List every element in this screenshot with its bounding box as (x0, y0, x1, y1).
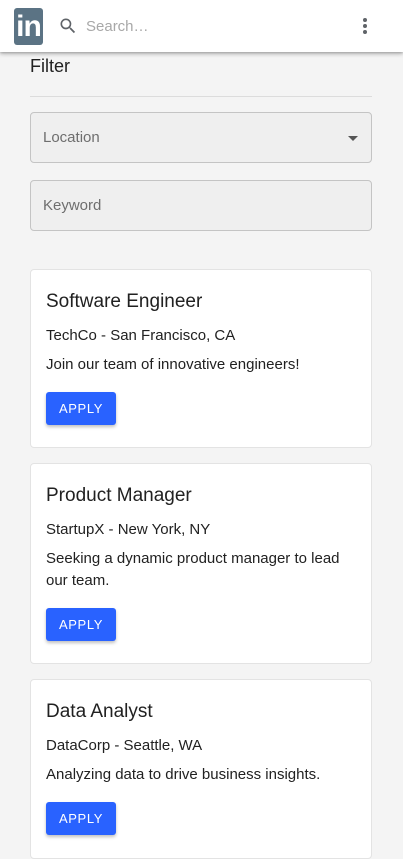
app-bar: in (0, 0, 403, 52)
location-label: Location (43, 129, 100, 146)
job-card: Product Manager StartupX - New York, NY … (30, 463, 372, 664)
filter-divider (30, 96, 372, 97)
location-select[interactable]: Location (30, 112, 372, 163)
dropdown-arrow-icon (348, 136, 358, 141)
job-company: StartupX - New York, NY (46, 521, 211, 538)
search-icon (60, 18, 76, 34)
job-description: Seeking a dynamic product manager to lea… (46, 550, 340, 589)
linkedin-logo[interactable]: in (14, 8, 43, 45)
job-card: Software Engineer TechCo - San Francisco… (30, 269, 372, 448)
filter-title: Filter (30, 56, 70, 76)
job-description: Join our team of innovative engineers! (46, 356, 300, 373)
more-vert-icon[interactable] (356, 14, 374, 38)
job-title: Product Manager (46, 485, 192, 506)
search-input[interactable] (86, 14, 336, 38)
apply-button[interactable]: APPLY (46, 608, 116, 641)
job-title: Software Engineer (46, 291, 203, 312)
keyword-field[interactable] (30, 180, 372, 231)
job-card: Data Analyst DataCorp - Seattle, WA Anal… (30, 679, 372, 859)
job-company: DataCorp - Seattle, WA (46, 737, 203, 754)
apply-button[interactable]: APPLY (46, 802, 116, 835)
job-description: Analyzing data to drive business insight… (46, 766, 321, 783)
keyword-input[interactable] (31, 181, 371, 230)
job-company: TechCo - San Francisco, CA (46, 327, 236, 344)
apply-button[interactable]: APPLY (46, 392, 116, 425)
job-title: Data Analyst (46, 701, 153, 722)
